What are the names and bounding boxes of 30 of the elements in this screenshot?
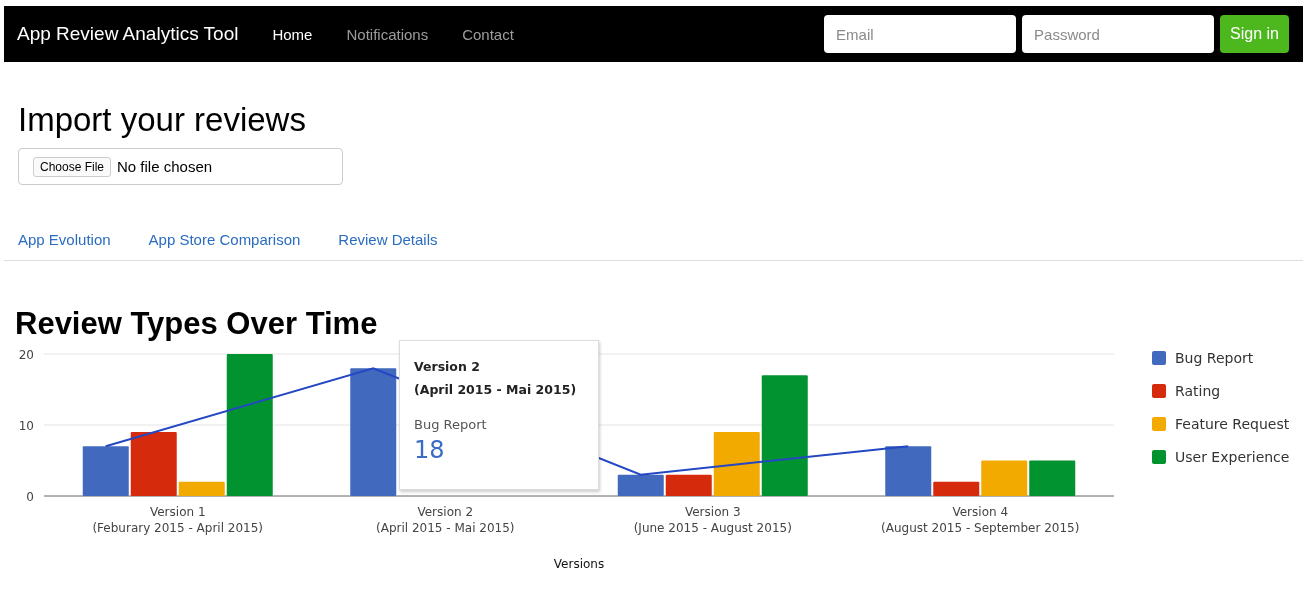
tooltip-title: Version 2 (414, 358, 481, 376)
tab-link[interactable]: App Evolution (18, 231, 111, 248)
tooltip-value: 18 (414, 436, 446, 464)
x-category-label: Version 4 (August 2015 - September 2015) (881, 505, 1080, 535)
y-tick-label: 10 (18, 419, 34, 433)
tab-link[interactable]: App Store Comparison (148, 231, 301, 248)
legend-label: Bug Report (1175, 350, 1254, 366)
nav-link[interactable]: Contact (462, 25, 514, 43)
tab-link[interactable]: Review Details (338, 231, 438, 248)
nav-link[interactable]: Notifications (346, 25, 429, 43)
x-category-label: Version 3 (June 2015 - August 2015) (633, 505, 792, 535)
file-input[interactable]: Choose File No file chosen (18, 148, 343, 185)
email-field[interactable]: Email (824, 15, 1017, 53)
file-status: No file chosen (117, 158, 213, 175)
tooltip-series: Bug Report (414, 417, 488, 432)
legend-label: Rating (1175, 383, 1221, 399)
legend-label: Feature Request (1175, 416, 1290, 432)
nav-link[interactable]: Home (272, 25, 313, 43)
page-heading: Import your reviews (18, 100, 307, 140)
x-category-label: Version 1 (Feburary 2015 - April 2015) (92, 505, 264, 535)
brand-title[interactable]: App Review Analytics Tool (17, 23, 239, 45)
y-tick-label: 20 (18, 348, 34, 362)
y-tick-label: 0 (26, 490, 34, 504)
tooltip-subtitle: (April 2015 - Mai 2015) (414, 381, 578, 399)
choose-file-button[interactable]: Choose File (33, 156, 112, 177)
password-field[interactable]: Password (1022, 15, 1215, 53)
x-category-label: Version 2 (April 2015 - Mai 2015) (376, 505, 515, 535)
x-axis-title: Versions (553, 557, 605, 571)
legend-label: User Experience (1175, 449, 1290, 465)
chart-title: Review Types Over Time (15, 306, 379, 342)
